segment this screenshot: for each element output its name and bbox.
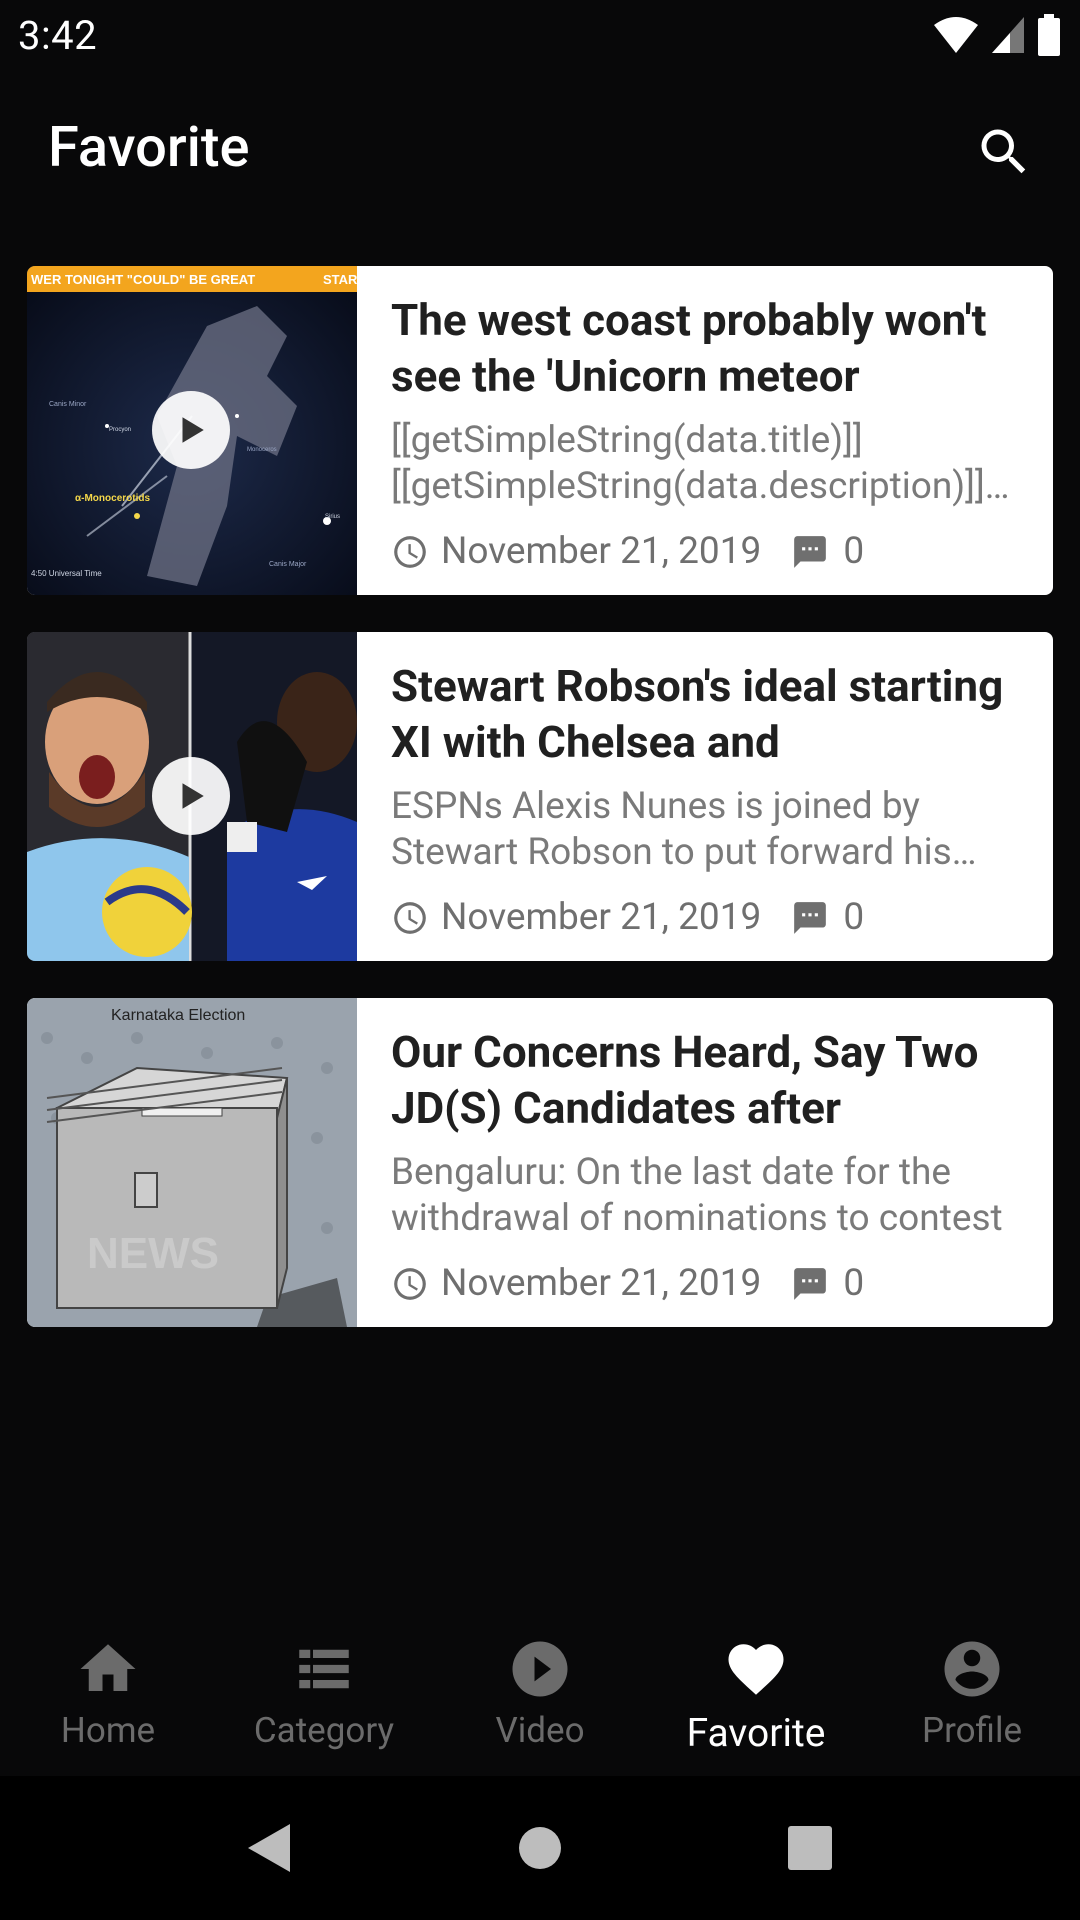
article-description: [[getSimpleString(data.title)]] [[getSim… (391, 419, 985, 508)
home-button[interactable] (508, 1816, 572, 1880)
article-card[interactable]: WER TONIGHT "COULD" BE GREAT STAR α-Mono… (27, 266, 1053, 595)
heart-icon (728, 1644, 784, 1695)
article-card[interactable]: Stewart Robson's ideal starting XI with … (27, 632, 1053, 961)
nav-home[interactable]: Home (0, 1614, 216, 1776)
article-body: Stewart Robson's ideal starting XI with … (357, 632, 1053, 961)
search-button[interactable] (968, 116, 1040, 188)
article-body: Our Concerns Heard, Say Two JD(S) Candid… (357, 998, 1053, 1327)
nav-label: Category (253, 1710, 395, 1751)
article-card[interactable]: Karnataka Election NEWS Our Concerns Hea… (27, 998, 1053, 1327)
nav-favorite[interactable]: Favorite (648, 1614, 864, 1776)
status-icons (932, 14, 1062, 56)
play-icon (182, 783, 204, 809)
article-meta: November 21, 2019 0 (391, 530, 1027, 573)
battery-icon (1038, 14, 1060, 56)
article-title: Our Concerns Heard, Say Two JD(S) Candid… (391, 1026, 979, 1134)
recents-icon (788, 1826, 832, 1870)
article-description: Bengaluru: On the last date for the with… (391, 1151, 1003, 1240)
wifi-icon (934, 17, 978, 53)
article-meta: November 21, 2019 0 (391, 1262, 1027, 1305)
back-icon (248, 1824, 290, 1872)
article-thumbnail[interactable]: Karnataka Election NEWS (27, 998, 357, 1327)
comment-count: 0 (843, 1262, 865, 1305)
back-button[interactable] (236, 1816, 300, 1880)
clock-icon (394, 1267, 426, 1300)
thumb-label: Sirius (325, 514, 340, 520)
comment-icon (794, 901, 827, 934)
thumb-label: Procyon (109, 427, 131, 433)
app-bar: Favorite (0, 72, 1080, 228)
comment-count: 0 (843, 530, 865, 573)
play-circle-icon (512, 1641, 568, 1697)
article-description: ESPNs Alexis Nunes is joined by Stewart … (391, 785, 952, 874)
article-thumbnail[interactable] (27, 632, 357, 961)
thumb-label: Canis Major (269, 561, 307, 568)
nav-label: Profile (921, 1710, 1023, 1751)
page-title: Favorite (48, 114, 250, 180)
comment-icon (794, 1267, 827, 1300)
nav-label: Favorite (686, 1710, 826, 1756)
nav-label: Home (60, 1710, 156, 1751)
play-icon (182, 417, 204, 443)
thumb-banner-right: STAR (323, 272, 357, 287)
article-date: November 21, 2019 (441, 1262, 762, 1305)
home-icon (80, 1644, 136, 1691)
status-time: 3:42 (18, 12, 98, 59)
comment-count: 0 (843, 896, 865, 939)
recents-button[interactable] (778, 1816, 842, 1880)
search-icon (981, 129, 1026, 174)
bottom-navigation: Home Category Video Favorite Profile (0, 1614, 1080, 1776)
article-list: WER TONIGHT "COULD" BE GREAT STAR α-Mono… (27, 266, 1053, 1364)
article-meta: November 21, 2019 0 (391, 896, 1027, 939)
thumb-banner: WER TONIGHT "COULD" BE GREAT (31, 272, 255, 287)
list-icon (299, 1649, 349, 1689)
article-body: The west coast probably won't see the 'U… (357, 266, 1053, 595)
article-date: November 21, 2019 (441, 896, 762, 939)
thumb-label: 4:50 Universal Time (31, 569, 102, 578)
nav-category[interactable]: Category (216, 1614, 432, 1776)
article-title: Stewart Robson's ideal starting XI with … (391, 660, 1004, 768)
thumb-label: Canis Minor (49, 401, 87, 408)
thumbnail-image: Karnataka Election NEWS (27, 998, 357, 1327)
nav-profile[interactable]: Profile (864, 1614, 1080, 1776)
thumb-label: α-Monocerotids (75, 493, 150, 504)
article-thumbnail[interactable]: WER TONIGHT "COULD" BE GREAT STAR α-Mono… (27, 266, 357, 595)
play-button[interactable] (152, 757, 230, 835)
clock-icon (394, 901, 426, 934)
account-circle-icon (944, 1641, 1000, 1697)
thumb-label: Monoceros (247, 447, 277, 453)
play-button[interactable] (152, 391, 230, 469)
system-navigation-bar (0, 1776, 1080, 1920)
thumb-watermark: NEWS (87, 1229, 219, 1278)
cellular-signal-icon (992, 17, 1024, 53)
home-circle-icon (519, 1827, 561, 1869)
thumb-caption: Karnataka Election (111, 1007, 245, 1024)
status-bar: 3:42 (0, 0, 1080, 72)
clock-icon (394, 535, 426, 568)
comment-icon (794, 535, 827, 568)
nav-video[interactable]: Video (432, 1614, 648, 1776)
article-title: The west coast probably won't see the 'U… (391, 294, 987, 402)
nav-label: Video (495, 1710, 585, 1751)
article-date: November 21, 2019 (441, 530, 762, 573)
